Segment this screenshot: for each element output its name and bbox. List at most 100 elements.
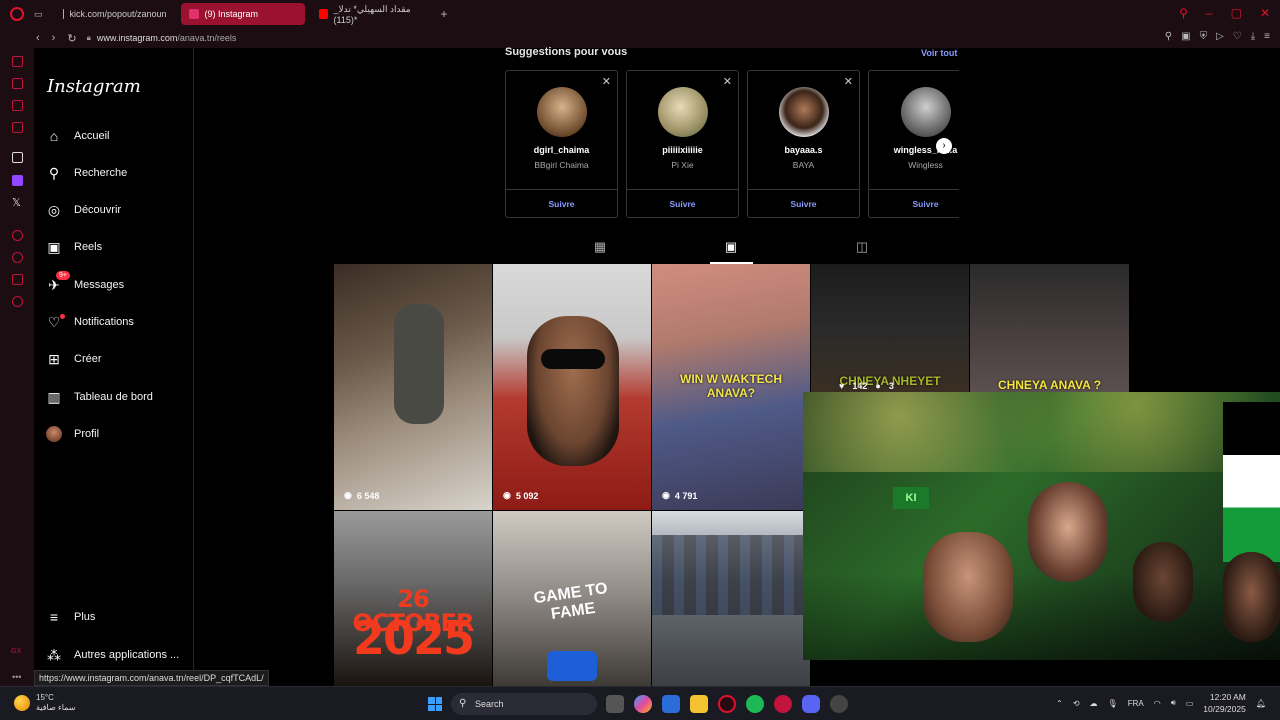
suggestion-card: ✕ piiiiixiiiiie Pi Xie Suivre [626,70,739,218]
suggestion-card: ✕ bayaaa.s BAYA Suivre [747,70,860,218]
shield-icon[interactable]: ⛨ [1200,31,1208,42]
chevron-up-icon[interactable]: ⌃ [1056,699,1063,708]
gx-icon[interactable]: GX [11,648,21,655]
dismiss-icon[interactable]: ✕ [844,75,853,88]
follow-button[interactable]: Suivre [869,189,959,217]
battery-icon[interactable]: ▭ [1186,699,1194,708]
sidebar-app-icon[interactable] [12,230,23,241]
nav-home[interactable]: ⌂ Accueil [46,128,110,144]
app-icon[interactable] [774,695,792,713]
history-icon[interactable] [12,252,23,263]
opera-gx-icon[interactable] [718,695,736,713]
nav-profile[interactable]: Profil [46,426,99,442]
close-button[interactable]: ✕ [1260,6,1270,20]
back-button[interactable]: ‹ [36,32,40,45]
maximize-button[interactable]: ▢ [1231,6,1242,20]
reel-tile[interactable]: CHNEYA NHEYET ♥ 142 ● 3 [811,264,969,392]
nav-notifications[interactable]: ♡ Notifications [46,314,134,330]
spotify-icon[interactable] [746,695,764,713]
microphone-icon[interactable]: 🎙︎ [1108,699,1118,708]
twitch-icon[interactable] [12,175,23,186]
forward-button[interactable]: › [52,32,56,45]
onedrive-icon[interactable]: ☁ [1090,699,1098,708]
taskbar-search[interactable]: ⚲ Search [451,693,597,715]
player-icon[interactable]: ▷ [1216,31,1224,42]
app-icon[interactable] [830,695,848,713]
suggestion-username[interactable]: dgirl_chaima [506,145,617,155]
network-icon[interactable]: ⟲ [1073,699,1080,708]
next-arrow-icon[interactable]: › [936,138,952,154]
see-all-link[interactable]: Voir tout [921,48,957,58]
language-indicator[interactable]: FRA [1128,699,1144,708]
follow-button[interactable]: Suivre [627,189,738,217]
notification-bell-icon[interactable]: 🔔︎ [1256,699,1266,708]
url-field[interactable]: www.instagram.com/anava.tn/reels [97,33,237,43]
nav-reels[interactable]: ▣ Reels [46,239,102,255]
suggestion-card: ✕ dgirl_chaima BBgirl Chaima Suivre [505,70,618,218]
x-icon[interactable]: 𝕏 [12,196,21,209]
tagged-icon[interactable]: ◫ [855,240,869,254]
nav-explore[interactable]: ◎ Découvrir [46,202,121,218]
more-dots-icon[interactable]: ••• [12,672,21,682]
nav-messages[interactable]: ✈ 9+ Messages [46,271,124,293]
reel-tile[interactable]: WIN W WAKTECH ANAVA? ◉ 4 791 [652,264,810,510]
avatar[interactable] [657,87,708,137]
tab-youtube[interactable]: مقداد السهيلي* تدلا_ (115)* [311,3,435,25]
pin-icon[interactable]: ⚲ [1165,31,1172,42]
follow-button[interactable]: Suivre [506,189,617,217]
nav-other-apps[interactable]: ⁂ Autres applications ... [46,647,179,663]
copilot-icon[interactable] [634,695,652,713]
reels-icon[interactable]: ▣ [724,240,738,254]
discord-icon[interactable] [802,695,820,713]
opera-logo-icon[interactable] [10,7,24,21]
sidebar-app-icon[interactable] [12,152,23,163]
suggestions-title: Suggestions pour vous [505,46,628,58]
reel-tile[interactable] [652,511,810,686]
new-tab-button[interactable]: + [441,7,448,21]
avatar[interactable] [900,87,951,137]
snapshot-icon[interactable]: ▣ [1181,31,1190,42]
reel-tile[interactable]: CHNEYA ANAVA ? [970,264,1129,392]
nav-more[interactable]: ≡ Plus [46,609,96,625]
download-icon[interactable]: ⤓ [1251,31,1255,42]
suggestion-username[interactable]: bayaaa.s [748,145,859,155]
tab-kick[interactable]: kick.com/popout/zanoun [55,3,175,25]
nav-create[interactable]: ⊞ Créer [46,351,101,367]
settings-icon[interactable] [12,296,23,307]
sidebar-app-icon[interactable] [12,100,23,111]
search-tabs-icon[interactable]: ⚲ [1179,6,1188,20]
sidebar-app-icon[interactable] [12,56,23,67]
dismiss-icon[interactable]: ✕ [723,75,732,88]
nav-dashboard[interactable]: ▥ Tableau de bord [46,389,153,405]
dismiss-icon[interactable]: ✕ [602,75,611,88]
file-explorer-icon[interactable] [690,695,708,713]
suggestion-username[interactable]: piiiiixiiiiie [627,145,738,155]
menu-icon[interactable]: ≡ [1264,31,1270,42]
minimize-button[interactable]: – [1206,6,1213,20]
avatar[interactable] [778,87,829,137]
volume-icon[interactable]: 🔊︎ [1171,698,1176,708]
weather-widget[interactable]: 15°C سماء صافية [14,693,76,713]
reload-button[interactable]: ↻ [67,32,76,45]
follow-button[interactable]: Suivre [748,189,859,217]
sidebar-app-icon[interactable] [12,122,23,133]
reel-tile[interactable]: GAME TO FAME [493,511,651,686]
window-controls: ⚲ – ▢ ✕ [1179,6,1270,20]
sidebar-app-icon[interactable] [12,78,23,89]
store-icon[interactable] [662,695,680,713]
tab-instagram[interactable]: (9) Instagram [180,3,305,25]
reel-tile[interactable]: ◉ 5 092 [493,264,651,510]
avatar[interactable] [536,87,587,137]
instagram-logo[interactable]: Instagram [47,76,141,97]
reel-tile[interactable]: ◉ 6 548 [334,264,492,510]
windows-start-icon[interactable] [428,697,442,711]
task-view-icon[interactable] [606,695,624,713]
favorites-icon[interactable]: ♡ [1233,31,1242,42]
tab-overview-icon[interactable]: ▭ [34,9,43,20]
reel-tile[interactable]: 26 OCTOBER 2025 [334,511,492,686]
wifi-icon[interactable]: ◠ [1154,699,1161,708]
clock[interactable]: 12:20 AM 10/29/2025 [1203,691,1246,715]
grid-icon[interactable]: ▦ [593,240,607,254]
nav-search[interactable]: ⚲ Recherche [46,165,127,181]
sidebar-app-icon[interactable] [12,274,23,285]
